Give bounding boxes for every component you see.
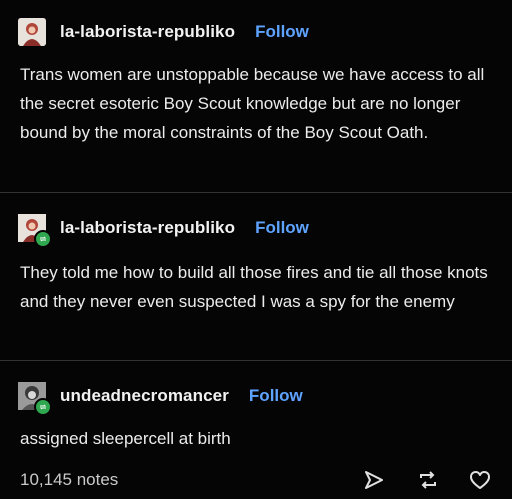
post-text: assigned sleepercell at birth: [20, 429, 231, 448]
notes-count[interactable]: 10,145 notes: [20, 470, 118, 490]
username[interactable]: la-laborista-republiko: [60, 22, 235, 42]
reblog-badge-icon: [34, 398, 52, 416]
reblog-icon[interactable]: [416, 468, 440, 492]
follow-button[interactable]: Follow: [255, 22, 309, 42]
avatar[interactable]: [18, 382, 52, 416]
follow-button[interactable]: Follow: [255, 218, 309, 238]
share-icon[interactable]: [362, 468, 386, 492]
post-text: They told me how to build all those fire…: [20, 263, 488, 311]
post-header-1: la-laborista-republiko Follow: [18, 18, 309, 46]
follow-button[interactable]: Follow: [249, 386, 303, 406]
avatar[interactable]: [18, 18, 46, 46]
username[interactable]: la-laborista-republiko: [60, 218, 235, 238]
divider: [0, 360, 512, 361]
post-header-2: la-laborista-republiko Follow: [18, 214, 309, 248]
avatar[interactable]: [18, 214, 52, 248]
like-heart-icon[interactable]: [468, 468, 492, 492]
tumblr-post: la-laborista-republiko Follow Trans wome…: [0, 0, 512, 499]
reblog-badge-icon: [34, 230, 52, 248]
post-text: Trans women are unstoppable because we h…: [20, 65, 485, 142]
post-header-3: undeadnecromancer Follow: [18, 382, 303, 416]
portrait-avatar-icon: [18, 18, 46, 46]
username[interactable]: undeadnecromancer: [60, 386, 229, 406]
divider: [0, 192, 512, 193]
post-footer: 10,145 notes: [0, 462, 512, 499]
